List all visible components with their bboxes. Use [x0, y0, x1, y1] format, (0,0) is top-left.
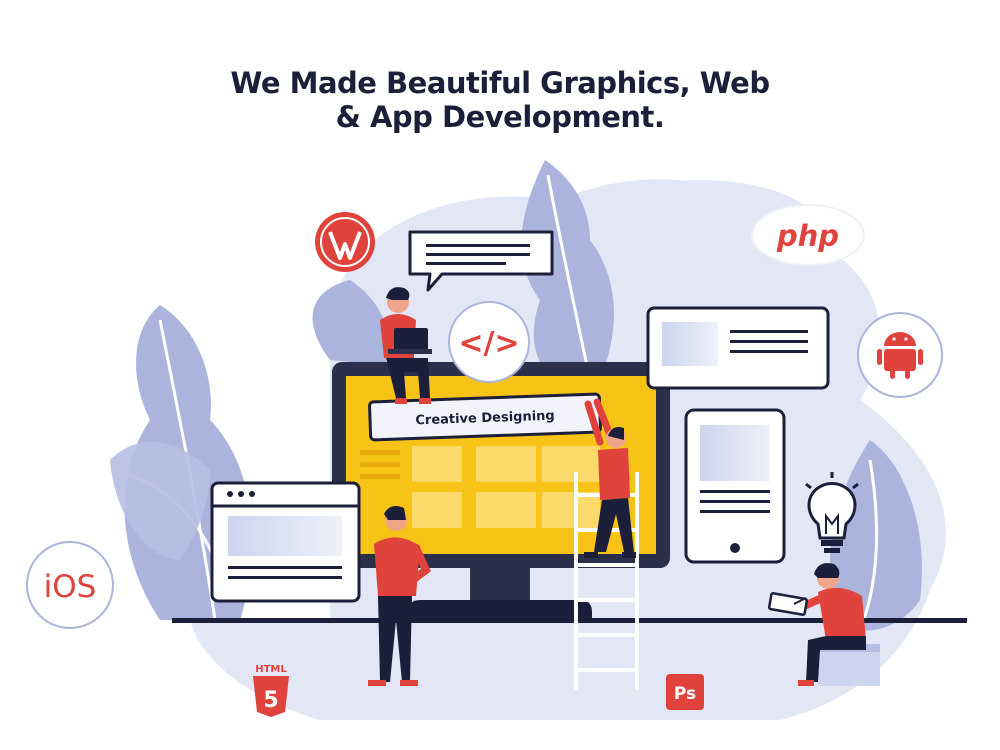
- code-icon: </>: [448, 301, 530, 383]
- illustration: Creative Designing </> php iOS HTML 5 Ps: [26, 160, 967, 720]
- php-text: php: [776, 219, 839, 253]
- photoshop-icon: Ps: [666, 674, 704, 710]
- ps-text: Ps: [674, 684, 696, 704]
- android-icon: [857, 312, 943, 398]
- html-number: 5: [263, 688, 278, 713]
- tablet-device: [684, 408, 786, 564]
- screen-lines: [360, 450, 400, 479]
- html-text: HTML: [255, 664, 287, 675]
- browser-card-top: [646, 306, 830, 390]
- code-icon-glyph: </>: [458, 326, 519, 361]
- ios-text: iOS: [44, 569, 97, 605]
- wordpress-icon: [315, 212, 375, 272]
- php-icon: php: [751, 204, 865, 266]
- ios-icon: iOS: [26, 541, 114, 629]
- html5-icon: HTML 5: [253, 664, 289, 717]
- browser-card-left: [210, 481, 361, 603]
